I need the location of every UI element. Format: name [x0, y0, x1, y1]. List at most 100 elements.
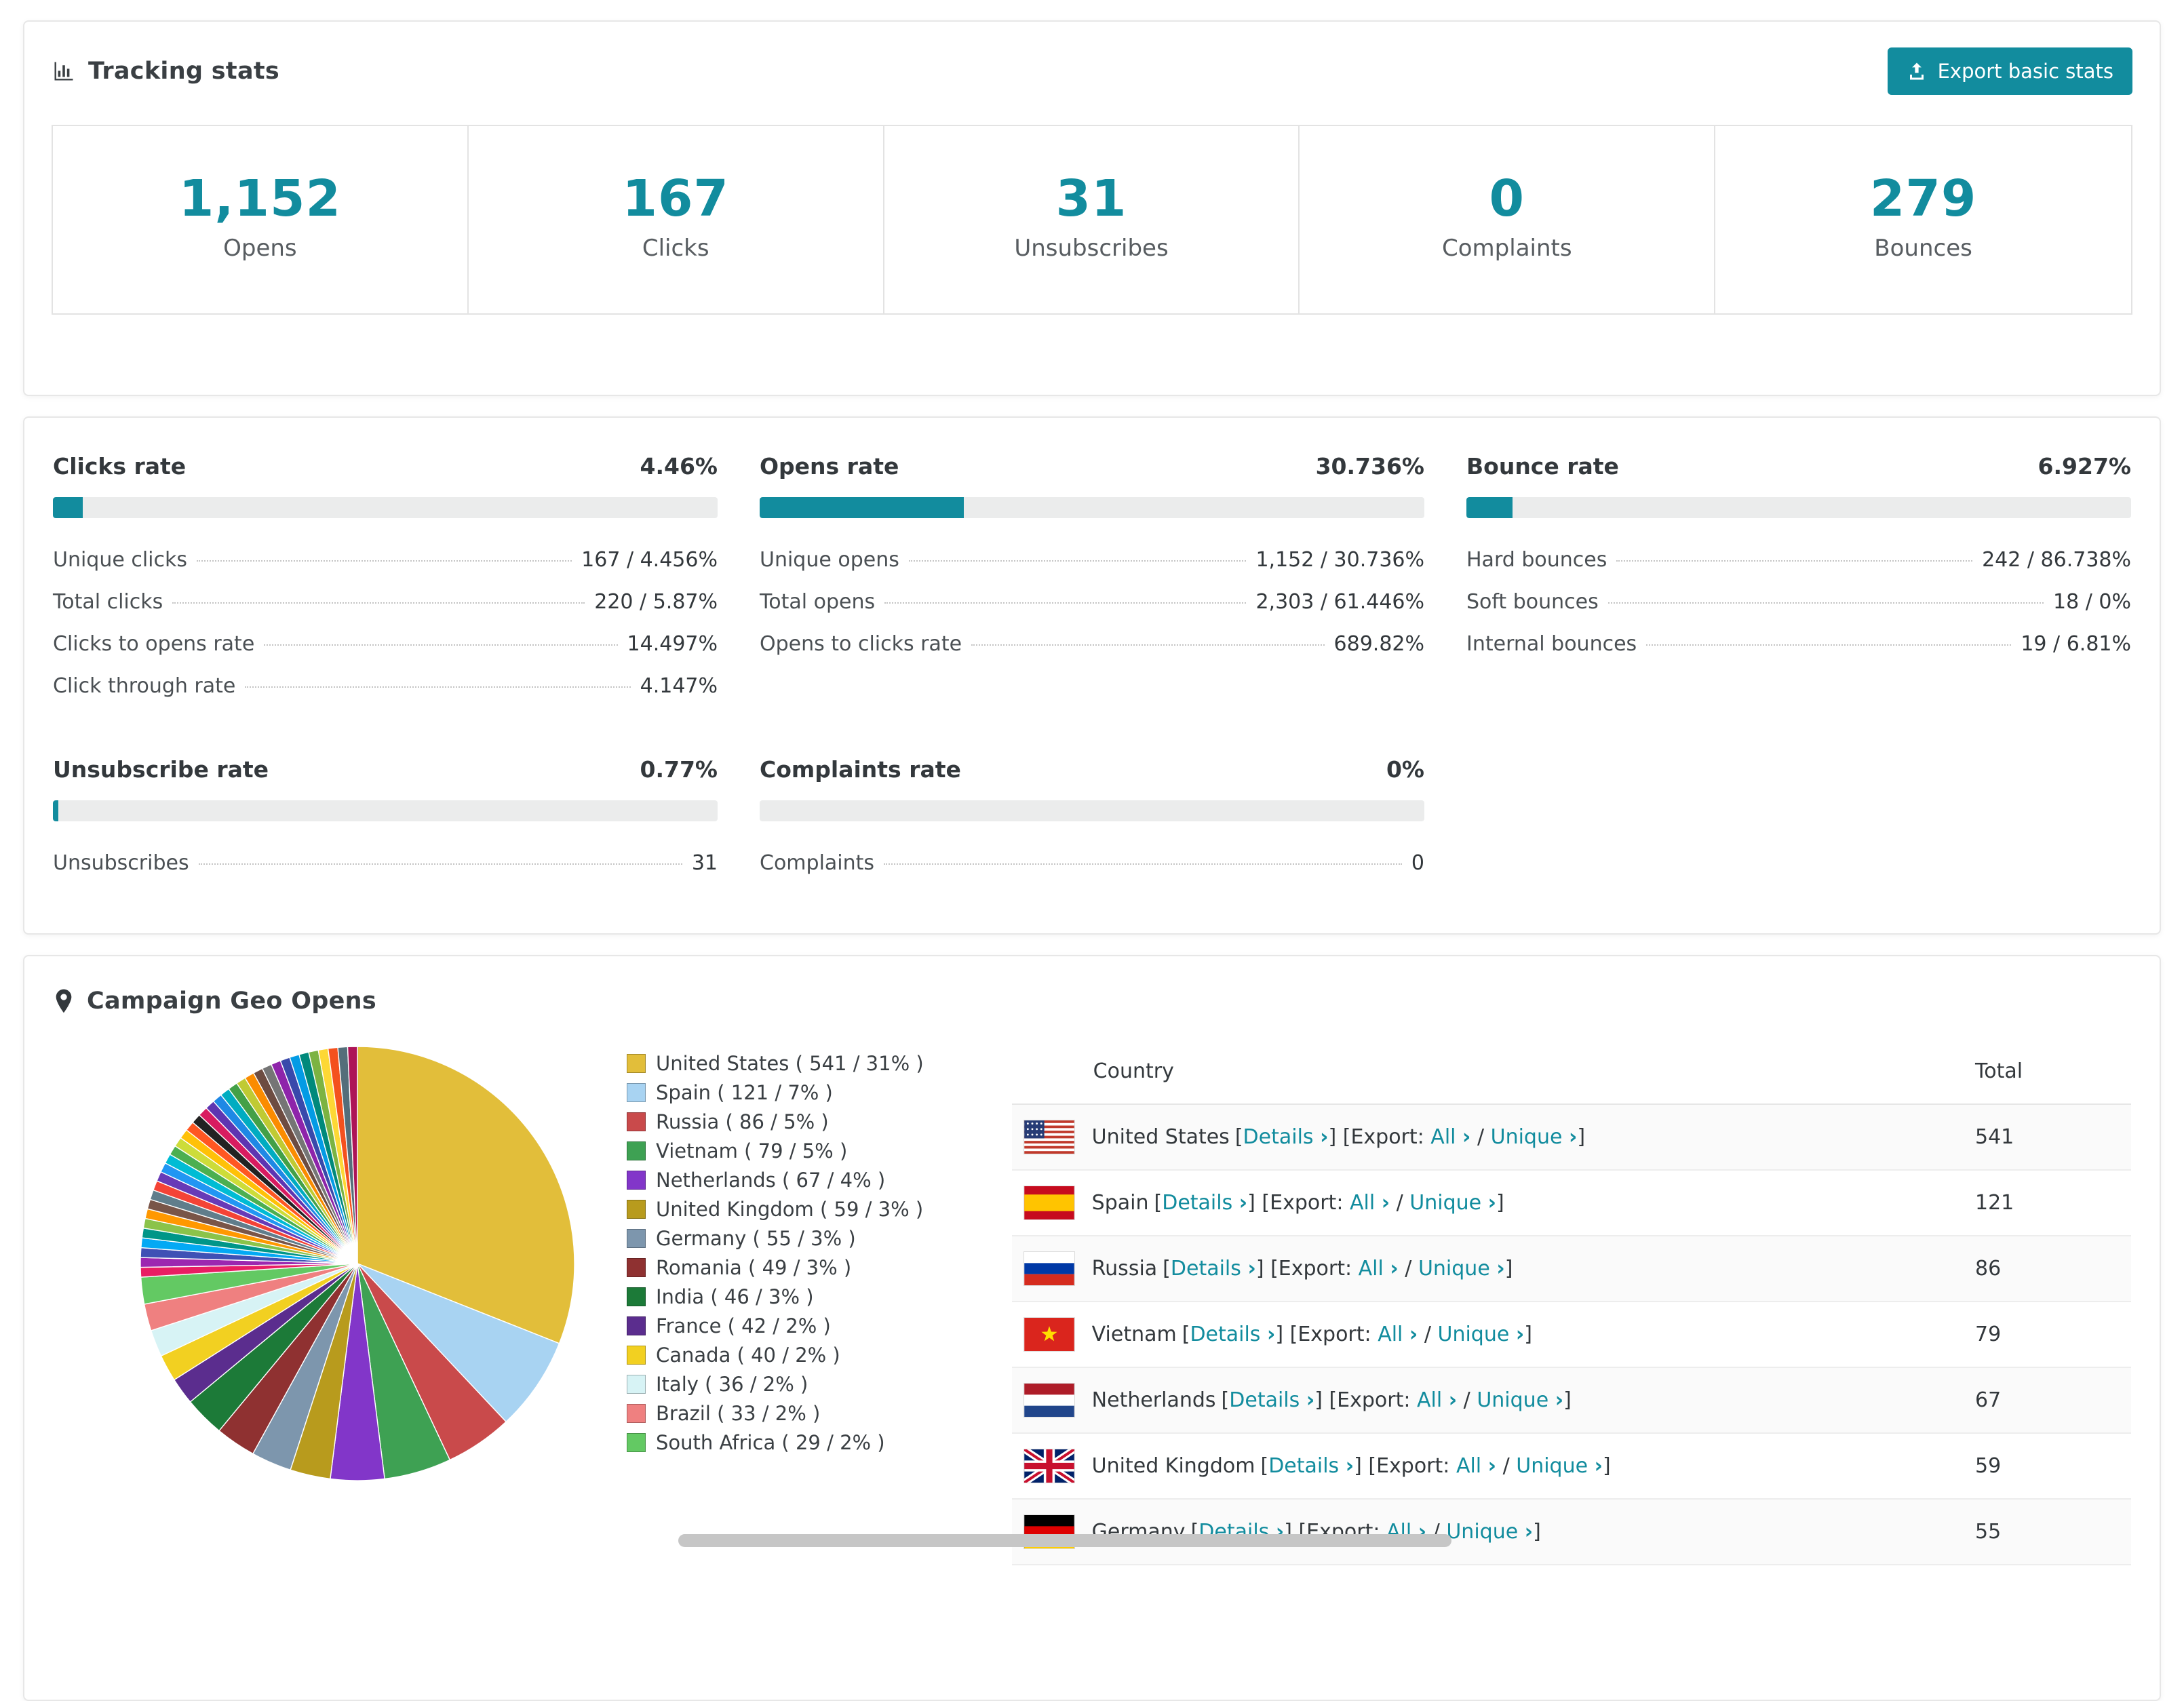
- dotted-leader: [1607, 602, 2044, 604]
- stats-summary-strip: 1,152 Opens 167 Clicks 31 Unsubscribes 0…: [52, 125, 2132, 315]
- rate-head: Complaints rate 0%: [760, 756, 1424, 783]
- export-basic-stats-button[interactable]: Export basic stats: [1887, 47, 2132, 95]
- export-unique-link[interactable]: Unique ›: [1491, 1125, 1578, 1149]
- metric-label: Total opens: [760, 590, 876, 614]
- legend-swatch: [627, 1053, 646, 1073]
- geo-country-cell: Netherlands [Details ›] [Export: All › / …: [1091, 1388, 1572, 1412]
- export-all-link[interactable]: All ›: [1417, 1388, 1457, 1412]
- export-unique-link[interactable]: Unique ›: [1516, 1454, 1603, 1478]
- rate-progress-bar: [53, 800, 718, 821]
- dotted-leader: [197, 560, 572, 562]
- geo-table-row-united-kingdom: United Kingdom [Details ›] [Export: All ›…: [1011, 1434, 2131, 1500]
- dotted-leader: [198, 863, 682, 865]
- metric-label: Unsubscribes: [53, 851, 189, 875]
- metric-row: Complaints 0: [760, 851, 1424, 875]
- dotted-leader: [884, 602, 1247, 604]
- chevron-right-icon: ›: [1594, 1454, 1603, 1478]
- legend-label: Brazil ( 33 / 2% ): [656, 1401, 821, 1425]
- metric-label: Internal bounces: [1466, 632, 1637, 656]
- legend-swatch: [627, 1287, 646, 1306]
- flag-us-icon: [1023, 1120, 1074, 1154]
- metric-label: Opens to clicks rate: [760, 632, 962, 656]
- geo-total-cell: 86: [1975, 1257, 2002, 1280]
- geo-country-cell: Vietnam [Details ›] [Export: All › / Uniq…: [1091, 1323, 1532, 1346]
- legend-label: Italy ( 36 / 2% ): [656, 1372, 808, 1396]
- geo-pie-chart: [133, 1039, 582, 1488]
- geo-legend: United States ( 541 / 31% ) Spain ( 121 …: [627, 1049, 924, 1565]
- chevron-right-icon: ›: [1247, 1257, 1256, 1280]
- rate-block-complaints-rate: Complaints rate 0% Complaints 0: [760, 756, 1424, 875]
- legend-swatch: [627, 1432, 646, 1452]
- details-link[interactable]: Details ›: [1162, 1191, 1247, 1215]
- country-name: Netherlands: [1091, 1388, 1216, 1412]
- chevron-right-icon: ›: [1239, 1191, 1248, 1215]
- chevron-right-icon: ›: [1306, 1388, 1315, 1412]
- geo-table-row-united-states: United States [Details ›] [Export: All › …: [1011, 1105, 2131, 1171]
- rate-block-opens-rate: Opens rate 30.736% Unique opens 1,152 / …: [760, 453, 1424, 698]
- rate-block-unsubscribe-rate: Unsubscribe rate 0.77% Unsubscribes 31: [53, 756, 718, 875]
- details-link[interactable]: Details ›: [1190, 1323, 1275, 1346]
- rates-grid: Clicks rate 4.46% Unique clicks 167 / 4.…: [53, 453, 2131, 875]
- legend-swatch: [627, 1403, 646, 1423]
- rate-value: 30.736%: [1315, 453, 1424, 480]
- metric-row: Total clicks 220 / 5.87%: [53, 590, 718, 614]
- rate-value: 4.46%: [640, 453, 718, 480]
- metric-label: Hard bounces: [1466, 548, 1607, 572]
- legend-swatch: [627, 1345, 646, 1365]
- details-link[interactable]: Details ›: [1229, 1388, 1314, 1412]
- metric-row: Total opens 2,303 / 61.446%: [760, 590, 1424, 614]
- legend-swatch: [627, 1316, 646, 1335]
- horizontal-scrollbar[interactable]: [678, 1534, 1451, 1547]
- legend-item-united-states: United States ( 541 / 31% ): [627, 1049, 924, 1078]
- export-unique-link[interactable]: Unique ›: [1477, 1388, 1563, 1412]
- geo-table-row-germany: Germany [Details ›] [Export: All › / Uniq…: [1011, 1500, 2131, 1565]
- rate-progress-bar: [53, 497, 718, 518]
- rates-card: Clicks rate 4.46% Unique clicks 167 / 4.…: [23, 416, 2161, 935]
- export-all-link[interactable]: All ›: [1430, 1125, 1470, 1149]
- rate-progress-fill: [1466, 497, 1513, 518]
- metric-row: Opens to clicks rate 689.82%: [760, 632, 1424, 656]
- dotted-leader: [971, 644, 1325, 646]
- export-unique-link[interactable]: Unique ›: [1409, 1191, 1496, 1215]
- geo-header: Campaign Geo Opens: [53, 988, 2131, 1015]
- stat-value: 0: [1489, 170, 1525, 228]
- details-link[interactable]: Details ›: [1268, 1454, 1354, 1478]
- flag-gb-icon: [1022, 1446, 1076, 1486]
- flag-es-icon: [1023, 1186, 1074, 1219]
- stat-label: Unsubscribes: [1014, 235, 1169, 262]
- rate-title: Unsubscribe rate: [53, 756, 269, 783]
- export-unique-link[interactable]: Unique ›: [1446, 1520, 1533, 1544]
- rate-block-bounce-rate: Bounce rate 6.927% Hard bounces 242 / 86…: [1466, 453, 2131, 698]
- metric-value: 689.82%: [1333, 632, 1424, 656]
- geo-table-row-netherlands: Netherlands [Details ›] [Export: All › / …: [1011, 1368, 2131, 1434]
- stat-label: Opens: [223, 235, 297, 262]
- tracking-stats-page: Tracking stats Export basic stats 1,152 …: [0, 0, 2184, 1701]
- metric-row: Soft bounces 18 / 0%: [1466, 590, 2131, 614]
- export-all-link[interactable]: All ›: [1456, 1454, 1496, 1478]
- stat-label: Complaints: [1442, 235, 1572, 262]
- rate-value: 6.927%: [2037, 453, 2131, 480]
- bar-chart-icon: [52, 59, 76, 83]
- geo-total-cell: 67: [1975, 1388, 2002, 1412]
- rate-title: Bounce rate: [1466, 453, 1619, 480]
- export-unique-link[interactable]: Unique ›: [1418, 1257, 1505, 1280]
- stat-value: 31: [1055, 170, 1127, 228]
- chevron-right-icon: ›: [1524, 1520, 1534, 1544]
- stat-opens: 1,152 Opens: [53, 126, 469, 313]
- export-all-link[interactable]: All ›: [1378, 1323, 1418, 1346]
- details-link[interactable]: Details ›: [1171, 1257, 1256, 1280]
- country-name: United Kingdom: [1091, 1454, 1255, 1478]
- export-all-link[interactable]: All ›: [1359, 1257, 1399, 1280]
- chevron-right-icon: ›: [1496, 1257, 1505, 1280]
- geo-table: Country Total United States [Details ›] […: [1011, 1039, 2131, 1565]
- geo-table-header: Country Total: [1011, 1039, 2131, 1105]
- campaign-geo-opens-card: Campaign Geo Opens United States ( 541 /…: [23, 955, 2161, 1701]
- geo-country-cell: United States [Details ›] [Export: All › …: [1091, 1125, 1586, 1149]
- dotted-leader: [884, 863, 1402, 865]
- details-link[interactable]: Details ›: [1243, 1125, 1329, 1149]
- metric-value: 167 / 4.456%: [581, 548, 718, 572]
- legend-item-romania: Romania ( 49 / 3% ): [627, 1253, 924, 1282]
- export-unique-link[interactable]: Unique ›: [1438, 1323, 1525, 1346]
- export-all-link[interactable]: All ›: [1350, 1191, 1390, 1215]
- legend-swatch: [627, 1170, 646, 1190]
